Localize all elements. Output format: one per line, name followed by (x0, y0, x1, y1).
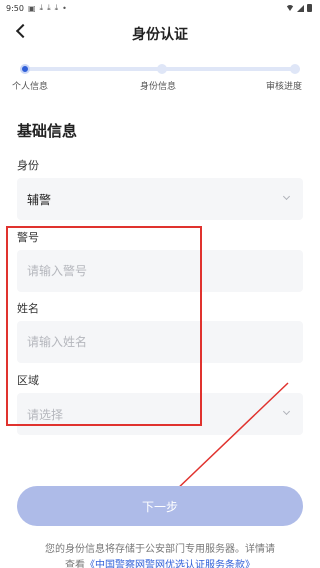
next-button[interactable]: 下一步 (17, 486, 303, 526)
download-icon: ⤓ (39, 3, 44, 12)
step-dot-identity (157, 64, 167, 74)
identity-select[interactable]: 辅警 (17, 178, 303, 220)
section-title: 基础信息 (17, 122, 78, 140)
step-label-review: 审核进度 (266, 82, 303, 92)
step-dot-review (290, 64, 300, 74)
annotation-box (6, 226, 202, 426)
chevron-down-icon (282, 192, 291, 201)
status-time: 9:50 (6, 3, 24, 13)
signal-icon (297, 4, 304, 12)
nav-bar: 身份认证 (0, 16, 320, 50)
progress-stepper (20, 64, 300, 74)
footer-notice: 您的身份信息将存储于公安部门专用服务器。详情请 查看《中国警察网警网优选认证服务… (0, 542, 320, 568)
terms-link[interactable]: 《中国警察网警网优选认证服务条款》 (85, 560, 255, 568)
status-bar: 9:50 ▣ ⤓ ⤓ ⤓ • (0, 0, 320, 16)
status-left: 9:50 ▣ ⤓ ⤓ ⤓ • (6, 3, 67, 13)
download-icon: ⤓ (54, 3, 59, 12)
page-title: 身份认证 (132, 27, 188, 43)
dot-icon: • (62, 3, 67, 13)
battery-icon (307, 4, 312, 12)
footer-line-1: 您的身份信息将存储于公安部门专用服务器。详情请 (45, 544, 275, 555)
download-icon: ⤓ (47, 3, 51, 12)
step-label-personal: 个人信息 (12, 82, 49, 92)
step-dot-personal (20, 64, 30, 74)
chevron-down-icon (282, 407, 291, 416)
identity-value: 辅警 (27, 193, 52, 207)
wifi-icon (286, 5, 294, 11)
footer-line-2: 查看《中国警察网警网优选认证服务条款》 (0, 558, 320, 568)
footer-prefix: 查看 (65, 560, 85, 568)
identity-label: 身份 (17, 159, 39, 172)
image-icon: ▣ (27, 3, 36, 13)
status-right (286, 4, 312, 12)
step-label-identity: 身份信息 (140, 82, 177, 92)
